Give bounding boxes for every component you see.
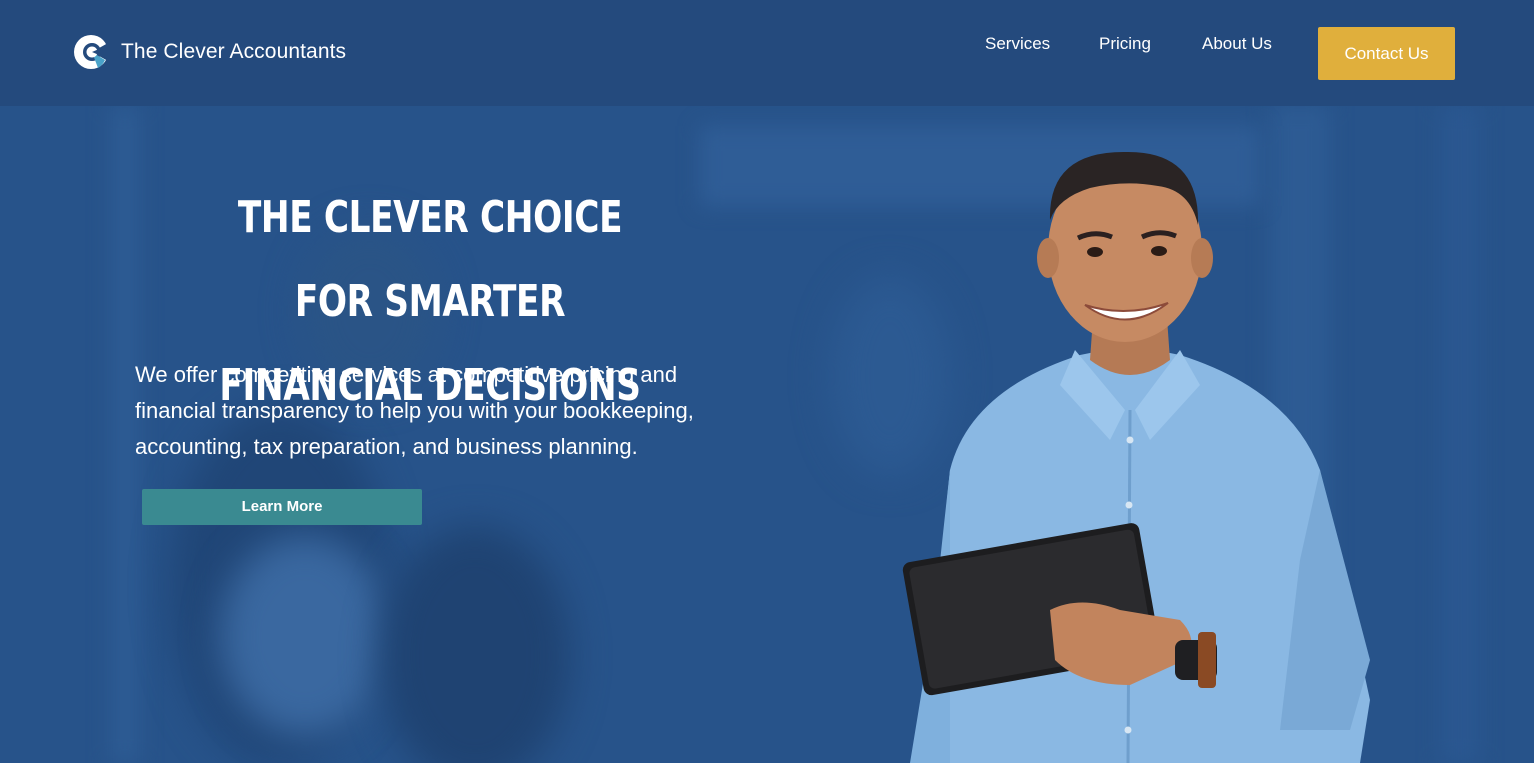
nav-services-link[interactable]: Services <box>985 34 1050 54</box>
clever-c-logo-icon <box>74 35 110 69</box>
nav-pricing-link[interactable]: Pricing <box>1099 34 1151 54</box>
hero-description-line-3: accounting, tax preparation, and busines… <box>135 434 638 459</box>
page: The Clever Accountants Services Pricing … <box>0 0 1534 763</box>
hero-description: We offer competitive services at competi… <box>135 357 735 465</box>
hero-person-photo <box>902 151 1370 763</box>
nav-about-link[interactable]: About Us <box>1202 34 1272 54</box>
contact-us-button[interactable]: Contact Us <box>1318 27 1455 80</box>
brand-name: The Clever Accountants <box>121 40 347 63</box>
site-header: The Clever Accountants Services Pricing … <box>0 0 1534 106</box>
hero-headline-line-1: THE CLEVER CHOICE FOR SMARTER <box>237 192 623 327</box>
brand-logo[interactable]: The Clever Accountants <box>72 33 346 71</box>
hero-description-line-1: We offer competitive services at competi… <box>135 362 678 387</box>
learn-more-button[interactable]: Learn More <box>142 489 422 525</box>
hero-description-line-2: financial transparency to help you with … <box>135 398 694 423</box>
